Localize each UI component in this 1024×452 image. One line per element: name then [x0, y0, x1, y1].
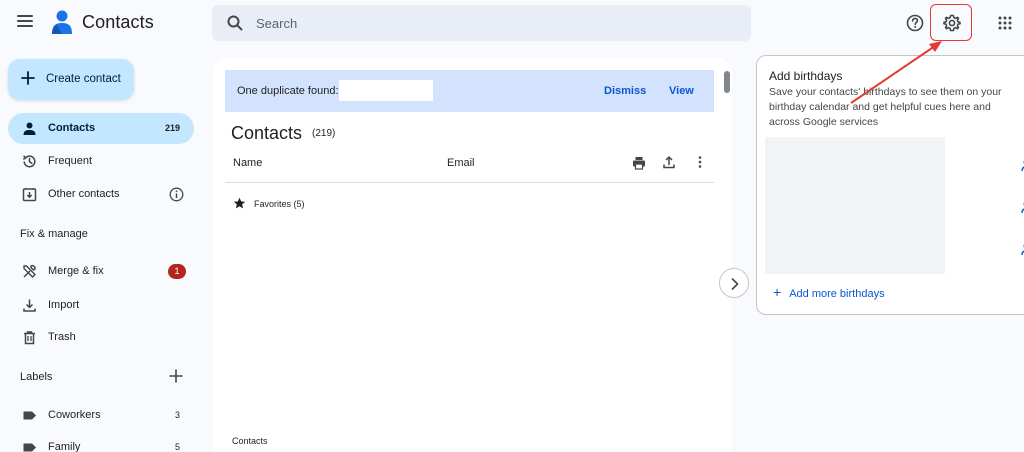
sidebar-item-label: Trash: [48, 331, 76, 343]
apps-grid-icon[interactable]: [998, 16, 1012, 30]
sidebar-item-label: Other contacts: [48, 188, 120, 200]
create-contact-label: Create contact: [46, 73, 121, 85]
fix-manage-heading: Fix & manage: [20, 228, 88, 240]
merge-tools-icon: [23, 264, 36, 278]
trash-icon: [24, 331, 35, 345]
birthday-suggestions-area: [765, 137, 945, 274]
search-input[interactable]: [256, 13, 716, 33]
sidebar-label-name: Coworkers: [48, 409, 101, 421]
help-icon[interactable]: [905, 13, 925, 33]
column-header-email[interactable]: Email: [447, 157, 475, 169]
menu-icon[interactable]: [17, 15, 33, 29]
side-panel-title: Add birthdays: [769, 69, 843, 83]
sidebar-label-count: 5: [174, 442, 180, 452]
plus-icon: +: [773, 284, 782, 300]
sidebar-label-count: 3: [174, 410, 180, 420]
column-header-name[interactable]: Name: [233, 157, 262, 169]
settings-icon[interactable]: [942, 13, 962, 33]
sidebar-item-merge-fix[interactable]: Merge & fix 1: [8, 256, 194, 287]
sidebar-item-trash[interactable]: Trash: [8, 322, 194, 353]
contacts-count: (219): [312, 128, 336, 139]
search-bar[interactable]: [212, 5, 751, 41]
import-icon: [23, 299, 36, 312]
contacts-section-label: Contacts: [232, 436, 268, 446]
add-more-birthdays-button[interactable]: + Add more birthdays: [773, 284, 885, 300]
create-contact-button[interactable]: Create contact: [8, 59, 134, 100]
person-icon: [23, 122, 36, 135]
print-icon[interactable]: [632, 156, 646, 170]
sidebar-label-name: Family: [48, 441, 81, 452]
add-more-birthdays-label: Add more birthdays: [789, 288, 885, 300]
expand-side-panel-button[interactable]: [719, 268, 749, 298]
duplicate-contact-chip: [339, 80, 433, 101]
sidebar-item-label: Merge & fix: [48, 265, 104, 277]
header-divider: [225, 182, 714, 183]
favorites-group-label[interactable]: Favorites (5): [254, 199, 305, 209]
app-title[interactable]: Contacts: [82, 12, 154, 33]
sidebar-item-import[interactable]: Import: [8, 290, 194, 321]
more-vert-icon[interactable]: [693, 155, 707, 169]
labels-heading: Labels: [20, 371, 53, 383]
star-icon: [233, 197, 246, 209]
label-tag-icon: [23, 411, 36, 420]
sidebar-item-contacts[interactable]: Contacts 219: [8, 113, 194, 144]
search-icon[interactable]: [226, 14, 244, 32]
sidebar-item-label: Frequent: [48, 155, 93, 167]
settings-button[interactable]: [930, 4, 972, 41]
sidebar-label-family[interactable]: Family 5: [8, 432, 194, 452]
contacts-logo-icon: [52, 10, 72, 34]
sidebar-item-frequent[interactable]: Frequent: [8, 146, 194, 177]
label-tag-icon: [23, 443, 36, 452]
scrollbar-thumb[interactable]: [724, 71, 730, 93]
contacts-list-panel: One duplicate found: Dismiss View Contac…: [213, 58, 732, 452]
export-icon[interactable]: [662, 155, 676, 169]
sidebar-item-label: Import: [48, 299, 80, 311]
sidebar-item-label: Contacts: [48, 122, 96, 134]
download-box-icon: [22, 188, 37, 202]
birthdays-side-panel: Add birthdays Save your contacts' birthd…: [756, 55, 1024, 315]
history-icon: [22, 155, 36, 168]
add-label-icon[interactable]: [168, 368, 184, 384]
chevron-right-icon: [731, 278, 739, 290]
side-panel-description: Save your contacts' birthdays to see the…: [769, 86, 1002, 128]
page-title: Contacts: [231, 123, 303, 143]
sidebar-label-coworkers[interactable]: Coworkers 3: [8, 400, 194, 431]
duplicate-text: One duplicate found:: [237, 85, 339, 97]
duplicate-banner: One duplicate found: Dismiss View: [225, 70, 714, 112]
merge-count-badge: 1: [168, 264, 186, 279]
info-icon[interactable]: [169, 187, 184, 202]
dismiss-button[interactable]: Dismiss: [604, 85, 646, 97]
sidebar-item-other-contacts[interactable]: Other contacts: [8, 179, 194, 210]
sidebar-item-count: 219: [164, 123, 180, 133]
plus-icon: [21, 71, 35, 85]
view-button[interactable]: View: [669, 85, 694, 97]
